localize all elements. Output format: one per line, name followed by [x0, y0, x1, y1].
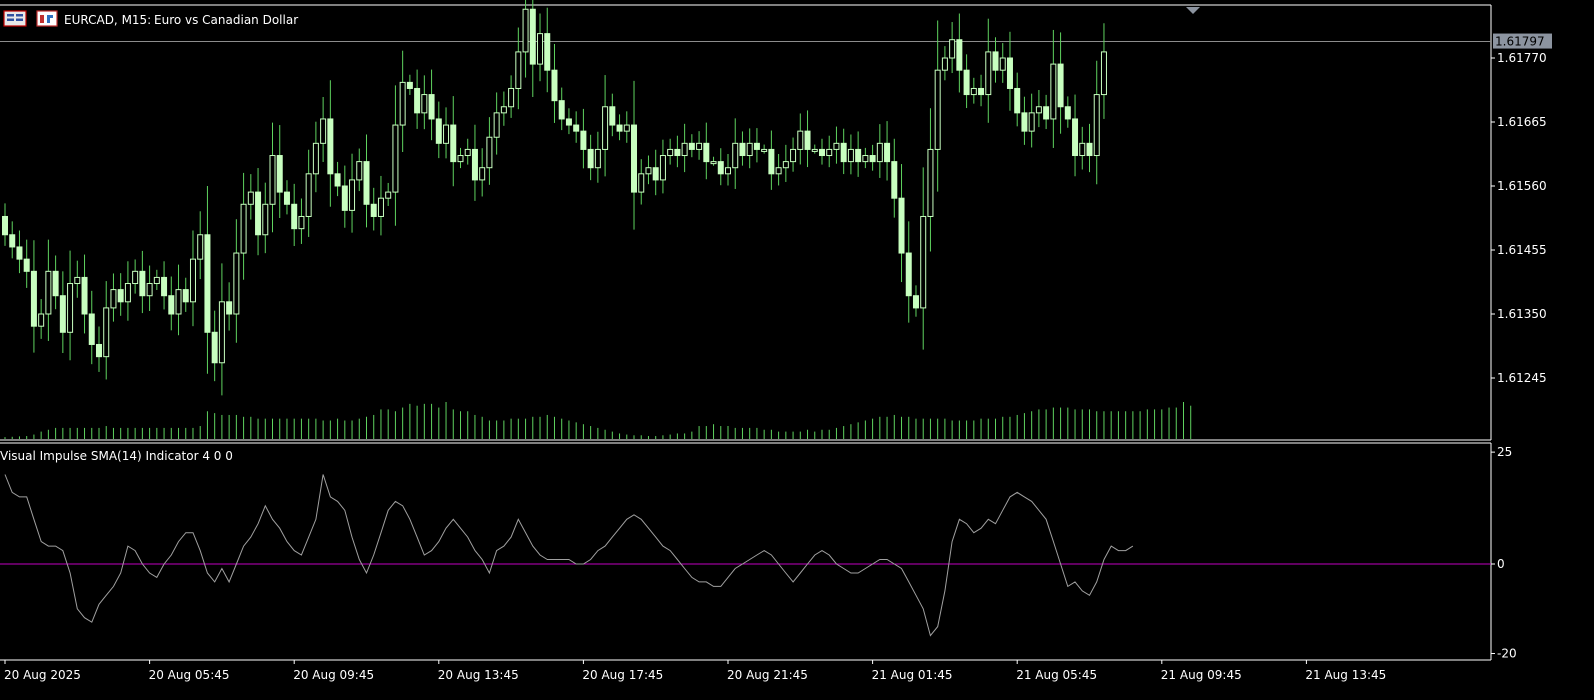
indicator-axis-label: 0 — [1497, 557, 1505, 571]
price-axis-label: 1.61770 — [1497, 51, 1547, 65]
time-axis-label: 20 Aug 09:45 — [293, 668, 374, 682]
price-axis-label: 1.61665 — [1497, 115, 1547, 129]
time-axis-label: 21 Aug 05:45 — [1016, 668, 1097, 682]
price-axis-label: 1.61245 — [1497, 371, 1547, 385]
chart-background — [0, 0, 1594, 700]
current-price-tag: 1.61797 — [1493, 33, 1552, 49]
indicator-axis-label: 25 — [1497, 445, 1512, 459]
symbol-icon[interactable] — [36, 10, 58, 27]
time-axis-label: 20 Aug 21:45 — [727, 668, 808, 682]
current-price-label: 1.61797 — [1495, 35, 1545, 49]
time-axis-label: 20 Aug 17:45 — [582, 668, 663, 682]
time-axis-label: 21 Aug 09:45 — [1161, 668, 1242, 682]
price-axis-label: 1.61455 — [1497, 243, 1547, 257]
time-axis-label: 21 Aug 01:45 — [872, 668, 953, 682]
time-axis-label: 20 Aug 2025 — [4, 668, 81, 682]
price-axis-label: 1.61350 — [1497, 307, 1547, 321]
chart-window-icon[interactable] — [3, 10, 27, 27]
chart-symbol-description: Euro vs Canadian Dollar — [154, 13, 298, 27]
time-axis-label: 20 Aug 05:45 — [149, 668, 230, 682]
indicator-axis-label: -20 — [1497, 647, 1517, 661]
time-axis-label: 20 Aug 13:45 — [438, 668, 519, 682]
indicator-title: Visual Impulse SMA(14) Indicator 4 0 0 — [0, 449, 233, 463]
chart-canvas[interactable]: 1.61770 1.61665 1.61560 1.61455 1.61350 1.612… — [0, 0, 1594, 700]
price-axis-label: 1.61560 — [1497, 179, 1547, 193]
chart-symbol-label: EURCAD, M15: — [64, 13, 151, 27]
time-axis-label: 21 Aug 13:45 — [1305, 668, 1386, 682]
